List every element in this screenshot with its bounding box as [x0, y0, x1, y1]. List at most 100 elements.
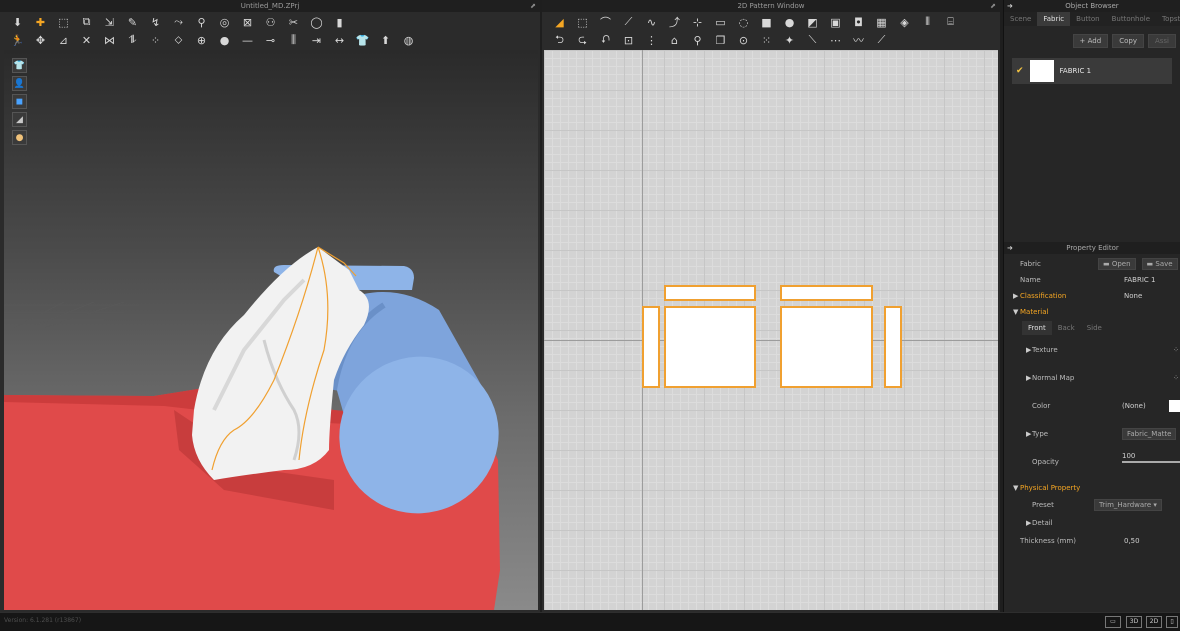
tape-icon[interactable]: ◎ [213, 13, 236, 31]
expand-detail-icon[interactable]: ▶ [1026, 519, 1031, 527]
dots-2d-icon[interactable]: ⁙ [755, 31, 778, 49]
collapse-triangle-icon[interactable]: ▼ [1013, 308, 1018, 316]
classification-value[interactable]: None [1124, 292, 1142, 300]
tab-scene[interactable]: Scene [1004, 12, 1037, 26]
panel-arrow-icon[interactable]: ➜ [1007, 0, 1013, 12]
line-icon[interactable]: — [236, 31, 259, 49]
measure-icon[interactable]: ↔ [328, 31, 351, 49]
buttonhole-icon[interactable]: ⊸ [259, 31, 282, 49]
copy-pattern-icon[interactable]: ❐ [709, 31, 732, 49]
pencil-icon[interactable]: ✎ [121, 13, 144, 31]
expand-triangle-icon[interactable]: ▶ [1013, 292, 1018, 300]
3d-viewport[interactable]: 👕 👤 ◼ ◢ ● [4, 50, 538, 610]
pose-icon[interactable]: ⚇ [259, 13, 282, 31]
save-button[interactable]: ▬ Save [1141, 258, 1178, 270]
sew-free-icon[interactable]: ⮎ [571, 31, 594, 49]
curve-icon[interactable]: ⌒ [594, 13, 617, 31]
expand-texture-icon[interactable]: ▶ [1026, 346, 1031, 354]
circle-icon[interactable]: ● [213, 31, 236, 49]
move-icon[interactable]: ✚ [29, 13, 52, 31]
iron-icon[interactable]: ⌂ [663, 31, 686, 49]
edit-icon[interactable]: ⇲ [98, 13, 121, 31]
pin-2d-icon[interactable]: ⚲ [686, 31, 709, 49]
color-icon[interactable]: ◈ [893, 13, 916, 31]
expand-type-icon[interactable]: ▶ [1026, 430, 1031, 438]
add-fabric-button[interactable]: + Add [1072, 34, 1109, 48]
tab-back[interactable]: Back [1052, 321, 1081, 335]
sew-multi-icon[interactable]: ⮏ [594, 31, 617, 49]
color-swatch[interactable] [1169, 400, 1180, 412]
button-icon[interactable]: ⊕ [190, 31, 213, 49]
stitch-icon[interactable]: ✕ [75, 31, 98, 49]
trim-icon[interactable]: ⥮ [121, 31, 144, 49]
pattern-icon[interactable]: ⊿ [52, 31, 75, 49]
slash-icon[interactable]: ⟋ [870, 31, 893, 49]
3d-garment-window[interactable]: Untitled_MD.ZPrj ⬈ ⬇ ✚ ⬚ ⧉ ⇲ ✎ ↯ ⤳ ⚲ ◎ ⊠… [0, 0, 540, 612]
pattern-piece-side-left[interactable] [642, 306, 660, 388]
type-dropdown[interactable]: Fabric_Matte [1122, 428, 1177, 440]
preset-dropdown[interactable]: Trim_Hardware ▾ [1094, 499, 1162, 511]
tab-topstitch[interactable]: Topstitch [1156, 12, 1180, 26]
prop-row-detail[interactable]: ▶ Detail [1004, 514, 1180, 532]
undock-2d-icon[interactable]: ⬈ [990, 0, 996, 12]
transform-icon[interactable]: ⧉ [75, 13, 98, 31]
pattern-piece-panel-left[interactable] [664, 306, 756, 388]
pattern-piece-side-right[interactable] [884, 306, 902, 388]
prop-row-normal-map[interactable]: ▶ Normal Map ⁘ [1004, 364, 1180, 392]
name-value[interactable]: FABRIC 1 [1124, 276, 1155, 284]
triangle-select-icon[interactable]: ◢ [548, 13, 571, 31]
expand-normal-map-icon[interactable]: ▶ [1026, 374, 1031, 382]
ruler-icon[interactable]: ▮ [328, 13, 351, 31]
open-button[interactable]: ▬ Open [1098, 258, 1136, 270]
prop-row-physical-property[interactable]: ▼ Physical Property [1004, 480, 1180, 496]
pin-icon[interactable]: ⚲ [190, 13, 213, 31]
ellipse-icon[interactable]: ◌ [732, 13, 755, 31]
undock-icon[interactable]: ⬈ [530, 0, 536, 12]
shirt-fold-icon[interactable]: ⬆ [374, 31, 397, 49]
run-icon[interactable]: 🏃 [6, 31, 29, 49]
seam-check-icon[interactable]: ⊡ [617, 31, 640, 49]
dots-icon[interactable]: ⁘ [144, 31, 167, 49]
point-icon[interactable]: ⊹ [686, 13, 709, 31]
pattern-piece-top-strip-left[interactable] [664, 285, 756, 301]
grid-icon[interactable]: ⫴ [916, 13, 939, 31]
texture-icon[interactable]: ▣ [824, 13, 847, 31]
circle-fill-icon[interactable]: ● [778, 13, 801, 31]
view-3d-button[interactable]: 3D [1126, 616, 1142, 628]
tuck-icon[interactable]: ⊠ [236, 13, 259, 31]
layout-icon[interactable]: ▭ [1105, 616, 1121, 628]
shirt-icon[interactable]: 👕 [351, 31, 374, 49]
clip-icon[interactable]: ◘ [847, 13, 870, 31]
fold-line-icon[interactable]: ⋮ [640, 31, 663, 49]
box-select-icon[interactable]: ⬚ [52, 13, 75, 31]
sew-seg-icon[interactable]: ⮌ [548, 31, 571, 49]
opacity-value[interactable]: 100 [1122, 452, 1135, 460]
property-arrow-icon[interactable]: ➜ [1007, 242, 1013, 254]
fold-icon[interactable]: ↯ [144, 13, 167, 31]
window-icon[interactable]: ▯ [1166, 616, 1178, 628]
copy-fabric-button[interactable]: Copy [1112, 34, 1144, 48]
photo-icon[interactable]: ▦ [870, 13, 893, 31]
prop-row-classification[interactable]: ▶ Classification None [1004, 288, 1180, 304]
seam-icon[interactable]: ⋈ [98, 31, 121, 49]
tab-button[interactable]: Button [1070, 12, 1105, 26]
shirt-tool-icon[interactable]: ✥ [29, 31, 52, 49]
rect-icon[interactable]: ▭ [709, 13, 732, 31]
graph-icon[interactable]: ⌸ [939, 13, 962, 31]
edit-point-icon[interactable]: ⬚ [571, 13, 594, 31]
button-2d-icon[interactable]: ⊙ [732, 31, 755, 49]
square-icon[interactable]: ◩ [801, 13, 824, 31]
arrow-down-icon[interactable]: ⬇ [6, 13, 29, 31]
2d-pattern-window[interactable]: 2D Pattern Window ⬈ ◢ ⬚ ⌒ ⟋ ∿ ⤴ ⊹ ▭ ◌ ■ … [542, 0, 1000, 612]
cut-icon[interactable]: ✂ [282, 13, 305, 31]
line-2d-icon[interactable]: ⟍ [801, 31, 824, 49]
ring-icon[interactable]: ◯ [305, 13, 328, 31]
tab-front[interactable]: Front [1022, 321, 1052, 335]
2d-viewport[interactable] [544, 50, 998, 610]
dot-curve-icon[interactable]: ⤴ [663, 13, 686, 31]
prop-row-material[interactable]: ▼ Material [1004, 304, 1180, 320]
tab-buttonhole[interactable]: Buttonhole [1106, 12, 1156, 26]
texture-grid-icon[interactable]: ⁘ [1173, 346, 1179, 354]
opacity-slider[interactable] [1122, 461, 1180, 463]
avatar-move-icon[interactable]: ⤳ [167, 13, 190, 31]
